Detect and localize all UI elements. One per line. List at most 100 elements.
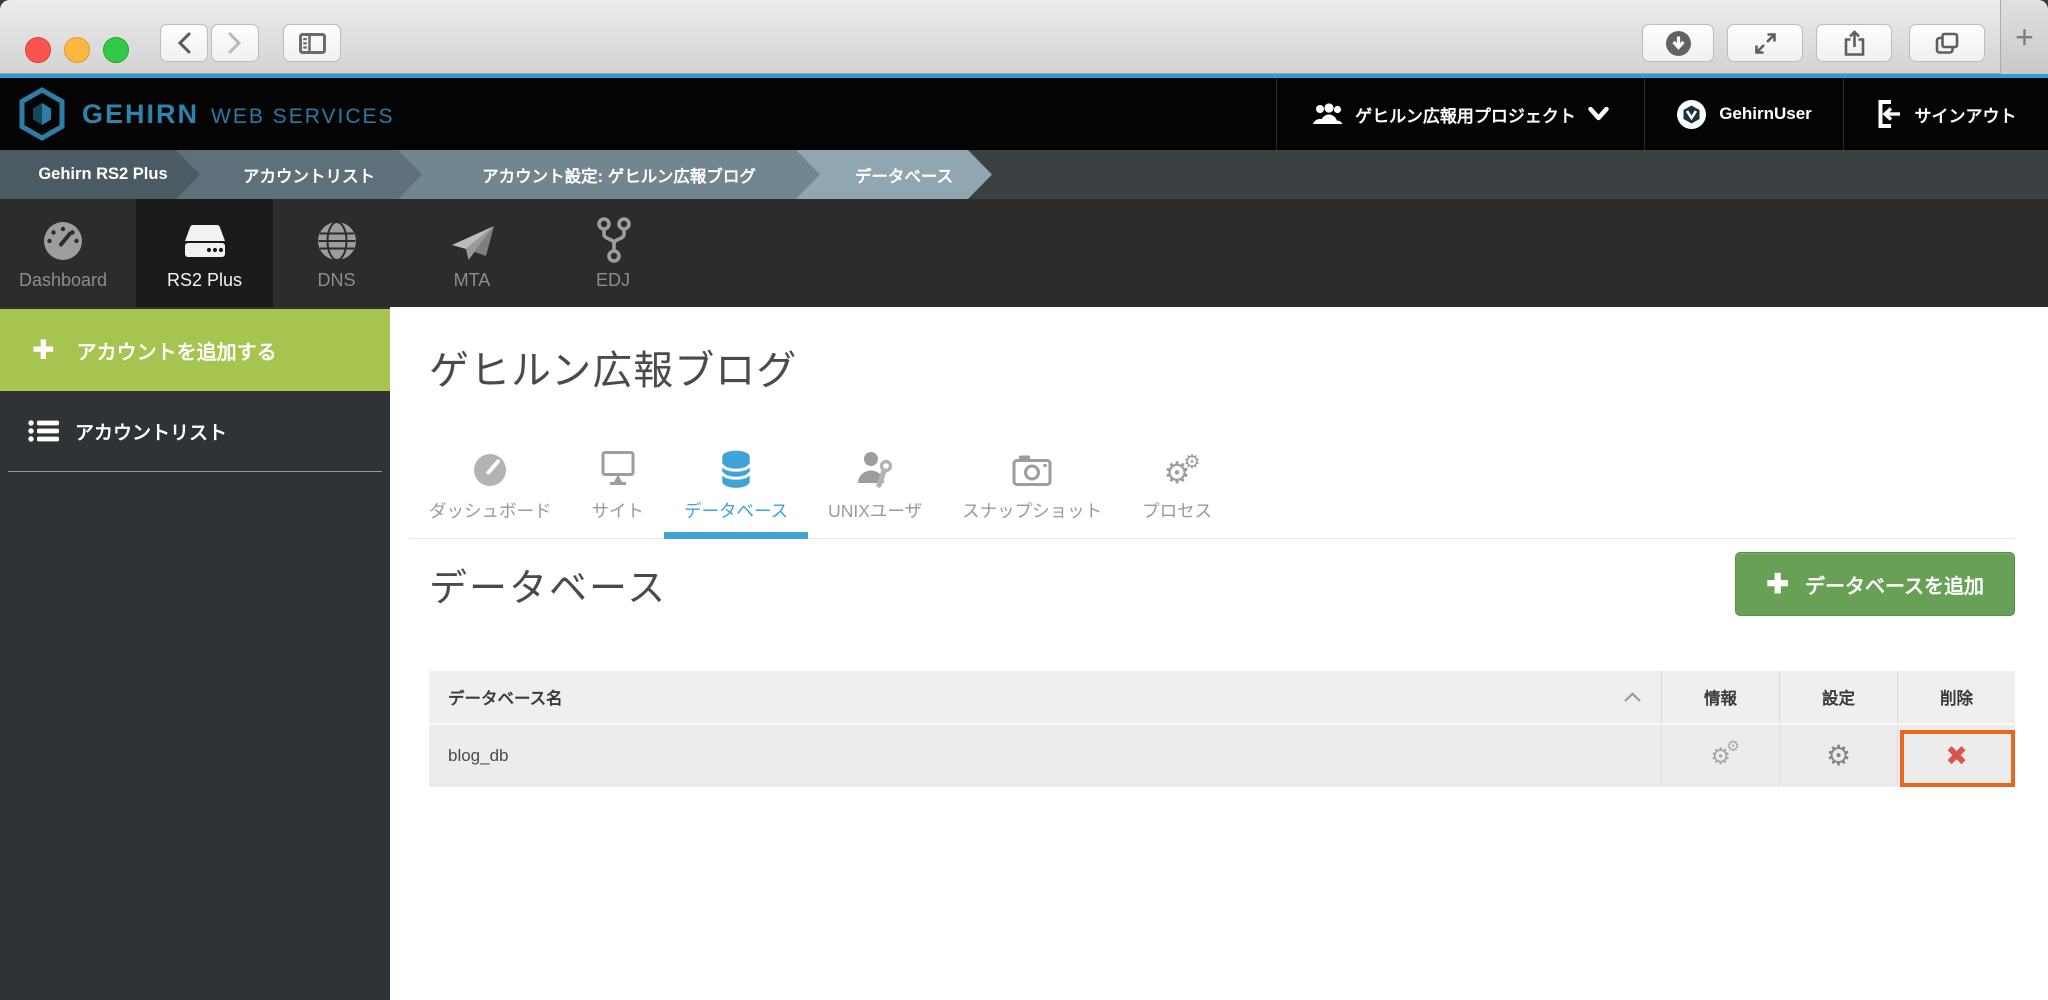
gauge-icon xyxy=(40,216,86,264)
service-nav: Dashboard RS2 Plus DNS MTA EDJ xyxy=(0,199,2048,307)
tab-label: ダッシュボード xyxy=(429,501,552,521)
user-name: GehirnUser xyxy=(1719,104,1812,123)
signout-button[interactable]: サインアウト xyxy=(1843,78,2048,150)
page-title: ゲヒルン広報ブログ xyxy=(429,349,798,393)
add-database-button[interactable]: ✚ データベースを追加 xyxy=(1735,552,2015,616)
list-icon xyxy=(28,420,59,442)
sidebar: ✚ アカウントを追加する アカウントリスト xyxy=(0,307,390,1000)
globe-icon xyxy=(314,216,360,264)
chevron-left-icon xyxy=(177,32,191,54)
page-body: ✚ アカウントを追加する アカウントリスト ゲヒルン広報ブログ ダッシュボード … xyxy=(0,307,2048,1000)
account-tabs: ダッシュボード サイト データベース UNIXユーザ スナップショット ⚙ ⚙ … xyxy=(409,447,2015,539)
tab-overview-button[interactable] xyxy=(1909,24,1985,62)
share-icon xyxy=(1844,30,1864,56)
info-gears-button[interactable]: ⚙ ⚙ xyxy=(1710,739,1740,768)
gauge-icon xyxy=(471,447,509,489)
info-cell: ⚙ ⚙ xyxy=(1661,725,1779,787)
service-nav-rs2plus[interactable]: RS2 Plus xyxy=(136,199,273,307)
table-header-row: データベース名 情報 設定 削除 xyxy=(429,671,2015,723)
zoom-window-button[interactable] xyxy=(103,37,129,63)
service-nav-label: Dashboard xyxy=(18,269,108,290)
tab-site[interactable]: サイト xyxy=(572,447,665,538)
sidebar-toggle-button[interactable] xyxy=(283,24,341,62)
user-avatar xyxy=(1677,99,1707,129)
fullscreen-arrows-icon xyxy=(1754,32,1776,54)
sidebar-panel-icon xyxy=(298,32,326,54)
paper-plane-icon xyxy=(447,216,497,264)
service-nav-label: EDJ xyxy=(595,269,630,290)
minimize-window-button[interactable] xyxy=(64,37,90,63)
breadcrumb-item-database[interactable]: データベース xyxy=(796,150,992,199)
project-selector[interactable]: ゲヒルン広報用プロジェクト xyxy=(1276,78,1644,150)
close-window-button[interactable] xyxy=(25,37,51,63)
tab-label: サイト xyxy=(591,501,645,521)
main-content: ゲヒルン広報ブログ ダッシュボード サイト データベース UNIXユーザ スナッ… xyxy=(390,307,2048,1000)
section-head: データベース ✚ データベースを追加 xyxy=(429,552,2015,616)
column-header-info: 情報 xyxy=(1661,671,1779,723)
share-button[interactable] xyxy=(1816,24,1892,62)
back-button[interactable] xyxy=(160,24,208,62)
group-icon xyxy=(1313,102,1343,124)
click-target-highlight xyxy=(1900,730,2015,787)
user-wrench-icon xyxy=(855,447,895,489)
plus-icon: + xyxy=(2015,18,2034,55)
signout-icon xyxy=(1878,100,1900,128)
plus-icon: ✚ xyxy=(32,334,55,365)
section-title: データベース xyxy=(429,567,668,610)
add-account-label: アカウントを追加する xyxy=(76,341,277,364)
service-nav-dns[interactable]: DNS xyxy=(273,199,400,307)
gehirn-logo[interactable]: GEHIRN WEB SERVICES xyxy=(0,78,395,150)
service-nav-mta[interactable]: MTA xyxy=(406,199,538,307)
window-controls xyxy=(25,37,129,63)
service-nav-edj[interactable]: EDJ xyxy=(548,199,678,307)
service-nav-label: DNS xyxy=(317,269,356,290)
service-nav-label: MTA xyxy=(453,269,491,290)
chevron-right-icon xyxy=(228,32,242,54)
browser-window: + GEHIRN WEB SERVICES ゲヒルン広報用プロジェクト Gehi… xyxy=(0,0,2048,1000)
breadcrumb-item-account-list[interactable]: アカウントリスト xyxy=(176,150,422,199)
gehirn-hexagon-icon xyxy=(19,87,65,141)
add-database-label: データベースを追加 xyxy=(1805,575,1984,598)
macos-titlebar: + xyxy=(0,0,2048,74)
sort-chevron-up-icon[interactable] xyxy=(1623,691,1642,703)
server-icon xyxy=(178,216,232,264)
signout-label: サインアウト xyxy=(1914,106,2017,126)
column-header-delete: 削除 xyxy=(1897,671,2015,723)
new-tab-button[interactable]: + xyxy=(2000,0,2048,74)
project-name: ゲヒルン広報用プロジェクト xyxy=(1355,106,1576,126)
account-list-label: アカウントリスト xyxy=(75,422,228,444)
sidebar-item-account-list[interactable]: アカウントリスト xyxy=(0,391,390,471)
app-header: GEHIRN WEB SERVICES ゲヒルン広報用プロジェクト GehirnU… xyxy=(0,74,2048,150)
fullscreen-button[interactable] xyxy=(1727,24,1803,62)
tab-label: データベース xyxy=(684,501,789,521)
gears-icon: ⚙ ⚙ xyxy=(1163,452,1201,490)
tab-database[interactable]: データベース xyxy=(664,447,809,539)
chevron-down-icon xyxy=(1588,107,1609,121)
database-icon xyxy=(720,447,752,489)
fork-icon xyxy=(592,216,634,264)
breadcrumb-item-account-settings[interactable]: アカウント設定: ゲヒルン広報ブログ xyxy=(398,150,820,199)
column-header-settings: 設定 xyxy=(1779,671,1897,723)
brand-name: GEHIRN xyxy=(82,98,200,129)
breadcrumb-item-rs2plus[interactable]: Gehirn RS2 Plus xyxy=(0,150,200,199)
add-account-button[interactable]: ✚ アカウントを追加する xyxy=(0,309,390,391)
forward-button[interactable] xyxy=(211,24,259,62)
plus-icon: ✚ xyxy=(1766,568,1789,599)
downloads-button[interactable] xyxy=(1642,24,1714,62)
tab-label: スナップショット xyxy=(962,501,1103,521)
user-menu[interactable]: GehirnUser xyxy=(1644,78,1843,150)
settings-cell: ⚙ xyxy=(1779,725,1897,787)
settings-gear-button[interactable]: ⚙ xyxy=(1826,742,1851,770)
breadcrumb: Gehirn RS2 Plus アカウントリスト アカウント設定: ゲヒルン広報… xyxy=(0,150,2048,199)
column-header-database-name[interactable]: データベース名 xyxy=(429,671,1661,723)
tab-snapshot[interactable]: スナップショット xyxy=(942,447,1122,538)
tab-dashboard[interactable]: ダッシュボード xyxy=(409,447,572,538)
tab-unix-user[interactable]: UNIXユーザ xyxy=(808,447,942,538)
service-nav-dashboard[interactable]: Dashboard xyxy=(0,199,126,307)
delete-cell: ✖ xyxy=(1897,725,2015,787)
camera-icon xyxy=(1011,447,1053,489)
tab-process[interactable]: ⚙ ⚙ プロセス xyxy=(1122,447,1232,538)
tabs-overview-icon xyxy=(1935,32,1959,54)
sidebar-divider xyxy=(8,471,382,472)
database-name-cell: blog_db xyxy=(448,746,509,765)
